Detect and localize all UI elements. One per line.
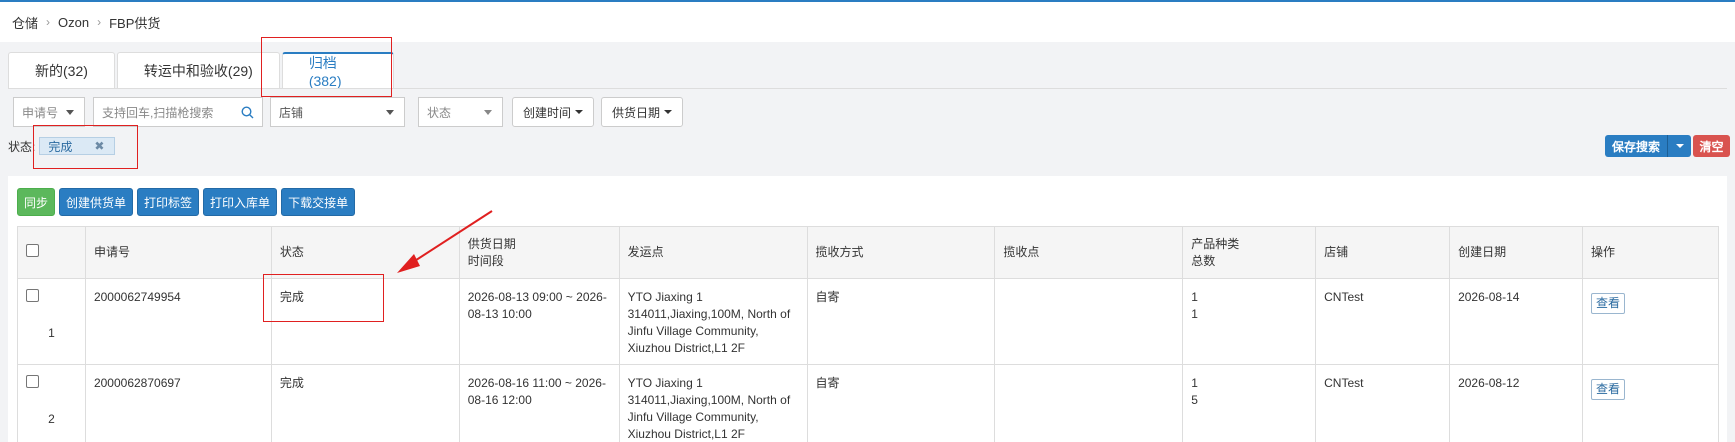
cell-pickup-point — [994, 278, 1184, 365]
header-supply-date-line1: 供货日期 — [467, 236, 516, 251]
caret-down-icon — [66, 110, 74, 115]
save-search-button[interactable]: 保存搜索 — [1605, 135, 1668, 157]
status-select-value: 状态 — [427, 105, 452, 120]
status-filter-label: 状态: — [8, 139, 36, 154]
search-icon[interactable] — [241, 106, 254, 119]
supply-date-label: 供货日期 — [612, 105, 661, 120]
supply-table: 申请号 状态 供货日期时间段 发运点 揽收方式 揽收点 产品种类总数 店铺 创建… — [17, 226, 1720, 442]
request-no-select[interactable]: 申请号 — [13, 97, 85, 127]
cell-product-total: 5 — [1191, 393, 1198, 407]
cell-product-kinds: 1 — [1191, 290, 1198, 304]
header-product-line1: 产品种类 — [1191, 236, 1240, 251]
cell-status: 完成 — [270, 364, 460, 442]
annotation-box-status-cell — [263, 274, 384, 322]
cell-request-no: 2000062870697 — [84, 364, 272, 442]
header-shop: 店铺 — [1315, 226, 1451, 279]
row-checkbox[interactable] — [26, 289, 39, 302]
annotation-box-archived-tab — [261, 37, 392, 97]
cell-ops: 查看 — [1581, 364, 1720, 442]
cell-product: 15 — [1182, 364, 1317, 442]
cell-created: 2026-08-12 — [1449, 364, 1583, 442]
cell-pickup-method: 自寄 — [806, 364, 996, 442]
caret-down-icon — [664, 110, 673, 114]
cell-supply-date: 2026-08-13 09:00 ~ 2026-08-13 10:00 — [458, 278, 620, 365]
row-select-cell: 1 — [17, 278, 86, 365]
header-product-line2: 总数 — [1191, 253, 1216, 268]
caret-down-icon — [484, 110, 492, 115]
cell-supply-date: 2026-08-16 11:00 ~ 2026-08-16 12:00 — [458, 364, 620, 442]
shop-select[interactable]: 店铺 — [270, 97, 405, 127]
row-checkbox[interactable] — [26, 375, 39, 388]
header-supply-date-line2: 时间段 — [467, 253, 504, 268]
annotation-box-status-tag — [33, 125, 138, 169]
download-handover-button[interactable]: 下载交接单 — [281, 188, 356, 216]
header-request-no: 申请号 — [84, 226, 272, 279]
tab-new[interactable]: 新的(32) — [8, 52, 115, 88]
created-time-button[interactable]: 创建时间 — [512, 97, 595, 127]
action-toolbar: 同步 创建供货单 打印标签 打印入库单 下载交接单 — [17, 188, 356, 216]
supply-date-button[interactable]: 供货日期 — [601, 97, 684, 127]
select-all-cell — [17, 226, 86, 279]
view-button[interactable]: 查看 — [1590, 379, 1625, 400]
breadcrumb-item-fbp: FBP供货 — [109, 15, 161, 31]
row-select-cell: 2 — [17, 364, 86, 442]
cell-product: 11 — [1182, 278, 1317, 365]
status-select[interactable]: 状态 — [418, 97, 503, 127]
chevron-right-icon: › — [97, 15, 102, 29]
cell-product-total: 1 — [1191, 307, 1198, 321]
search-input[interactable]: 支持回车,扫描枪搜索 — [93, 97, 263, 127]
tab-in-transit[interactable]: 转运中和验收(29) — [116, 52, 280, 88]
cell-created: 2026-08-14 — [1449, 278, 1583, 365]
save-search-dropdown[interactable] — [1667, 135, 1692, 157]
print-label-button[interactable]: 打印标签 — [137, 188, 200, 216]
select-all-checkbox[interactable] — [26, 243, 39, 257]
filter-bar: 申请号 支持回车,扫描枪搜索 店铺 状态 创建时间 供货日期 — [13, 97, 684, 127]
cell-ops: 查看 — [1581, 278, 1720, 365]
chevron-right-icon: › — [46, 15, 51, 29]
header-pickup-method: 揽收方式 — [806, 226, 996, 279]
caret-down-icon — [1675, 144, 1684, 148]
breadcrumb-item-warehouse[interactable]: 仓储 — [12, 13, 38, 32]
cell-shop: CNTest — [1315, 278, 1451, 365]
caret-down-icon — [575, 110, 584, 114]
row-index: 1 — [48, 326, 55, 340]
header-supply-date: 供货日期 时间段 — [458, 226, 620, 279]
header-ops: 操作 — [1581, 226, 1720, 279]
cell-ship-from: YTO Jiaxing 1 314011,Jiaxing,100M, North… — [618, 278, 808, 365]
header-pickup-point: 揽收点 — [994, 226, 1184, 279]
table-row: 2 2000062870697 完成 2026-08-16 11:00 ~ 20… — [17, 364, 1720, 442]
table-header-row: 申请号 状态 供货日期时间段 发运点 揽收方式 揽收点 产品种类总数 店铺 创建… — [17, 226, 1720, 279]
header-status: 状态 — [270, 226, 460, 279]
cell-ship-from: YTO Jiaxing 1 314011,Jiaxing,100M, North… — [618, 364, 808, 442]
header-product: 产品种类 总数 — [1182, 226, 1317, 279]
view-button[interactable]: 查看 — [1590, 293, 1625, 314]
caret-down-icon — [386, 110, 394, 115]
header-ship-from: 发运点 — [618, 226, 808, 279]
sync-button[interactable]: 同步 — [17, 188, 56, 216]
row-index: 2 — [48, 412, 55, 426]
cell-request-no: 2000062749954 — [84, 278, 272, 365]
shop-select-value: 店铺 — [279, 105, 304, 120]
save-search-group: 保存搜索 — [1605, 135, 1692, 157]
request-no-select-value: 申请号 — [22, 105, 59, 120]
breadcrumb: 仓储 › Ozon › FBP供货 — [0, 2, 1735, 42]
created-time-label: 创建时间 — [523, 105, 572, 120]
header-created: 创建日期 — [1449, 226, 1583, 279]
print-inbound-button[interactable]: 打印入库单 — [203, 188, 278, 216]
cell-pickup-method: 自寄 — [806, 278, 996, 365]
clear-button[interactable]: 清空 — [1693, 135, 1730, 157]
cell-product-kinds: 1 — [1191, 376, 1198, 390]
cell-shop: CNTest — [1315, 364, 1451, 442]
cell-pickup-point — [994, 364, 1184, 442]
breadcrumb-item-ozon[interactable]: Ozon — [58, 15, 89, 30]
search-placeholder: 支持回车,扫描枪搜索 — [102, 105, 214, 120]
create-supply-button[interactable]: 创建供货单 — [59, 188, 134, 216]
